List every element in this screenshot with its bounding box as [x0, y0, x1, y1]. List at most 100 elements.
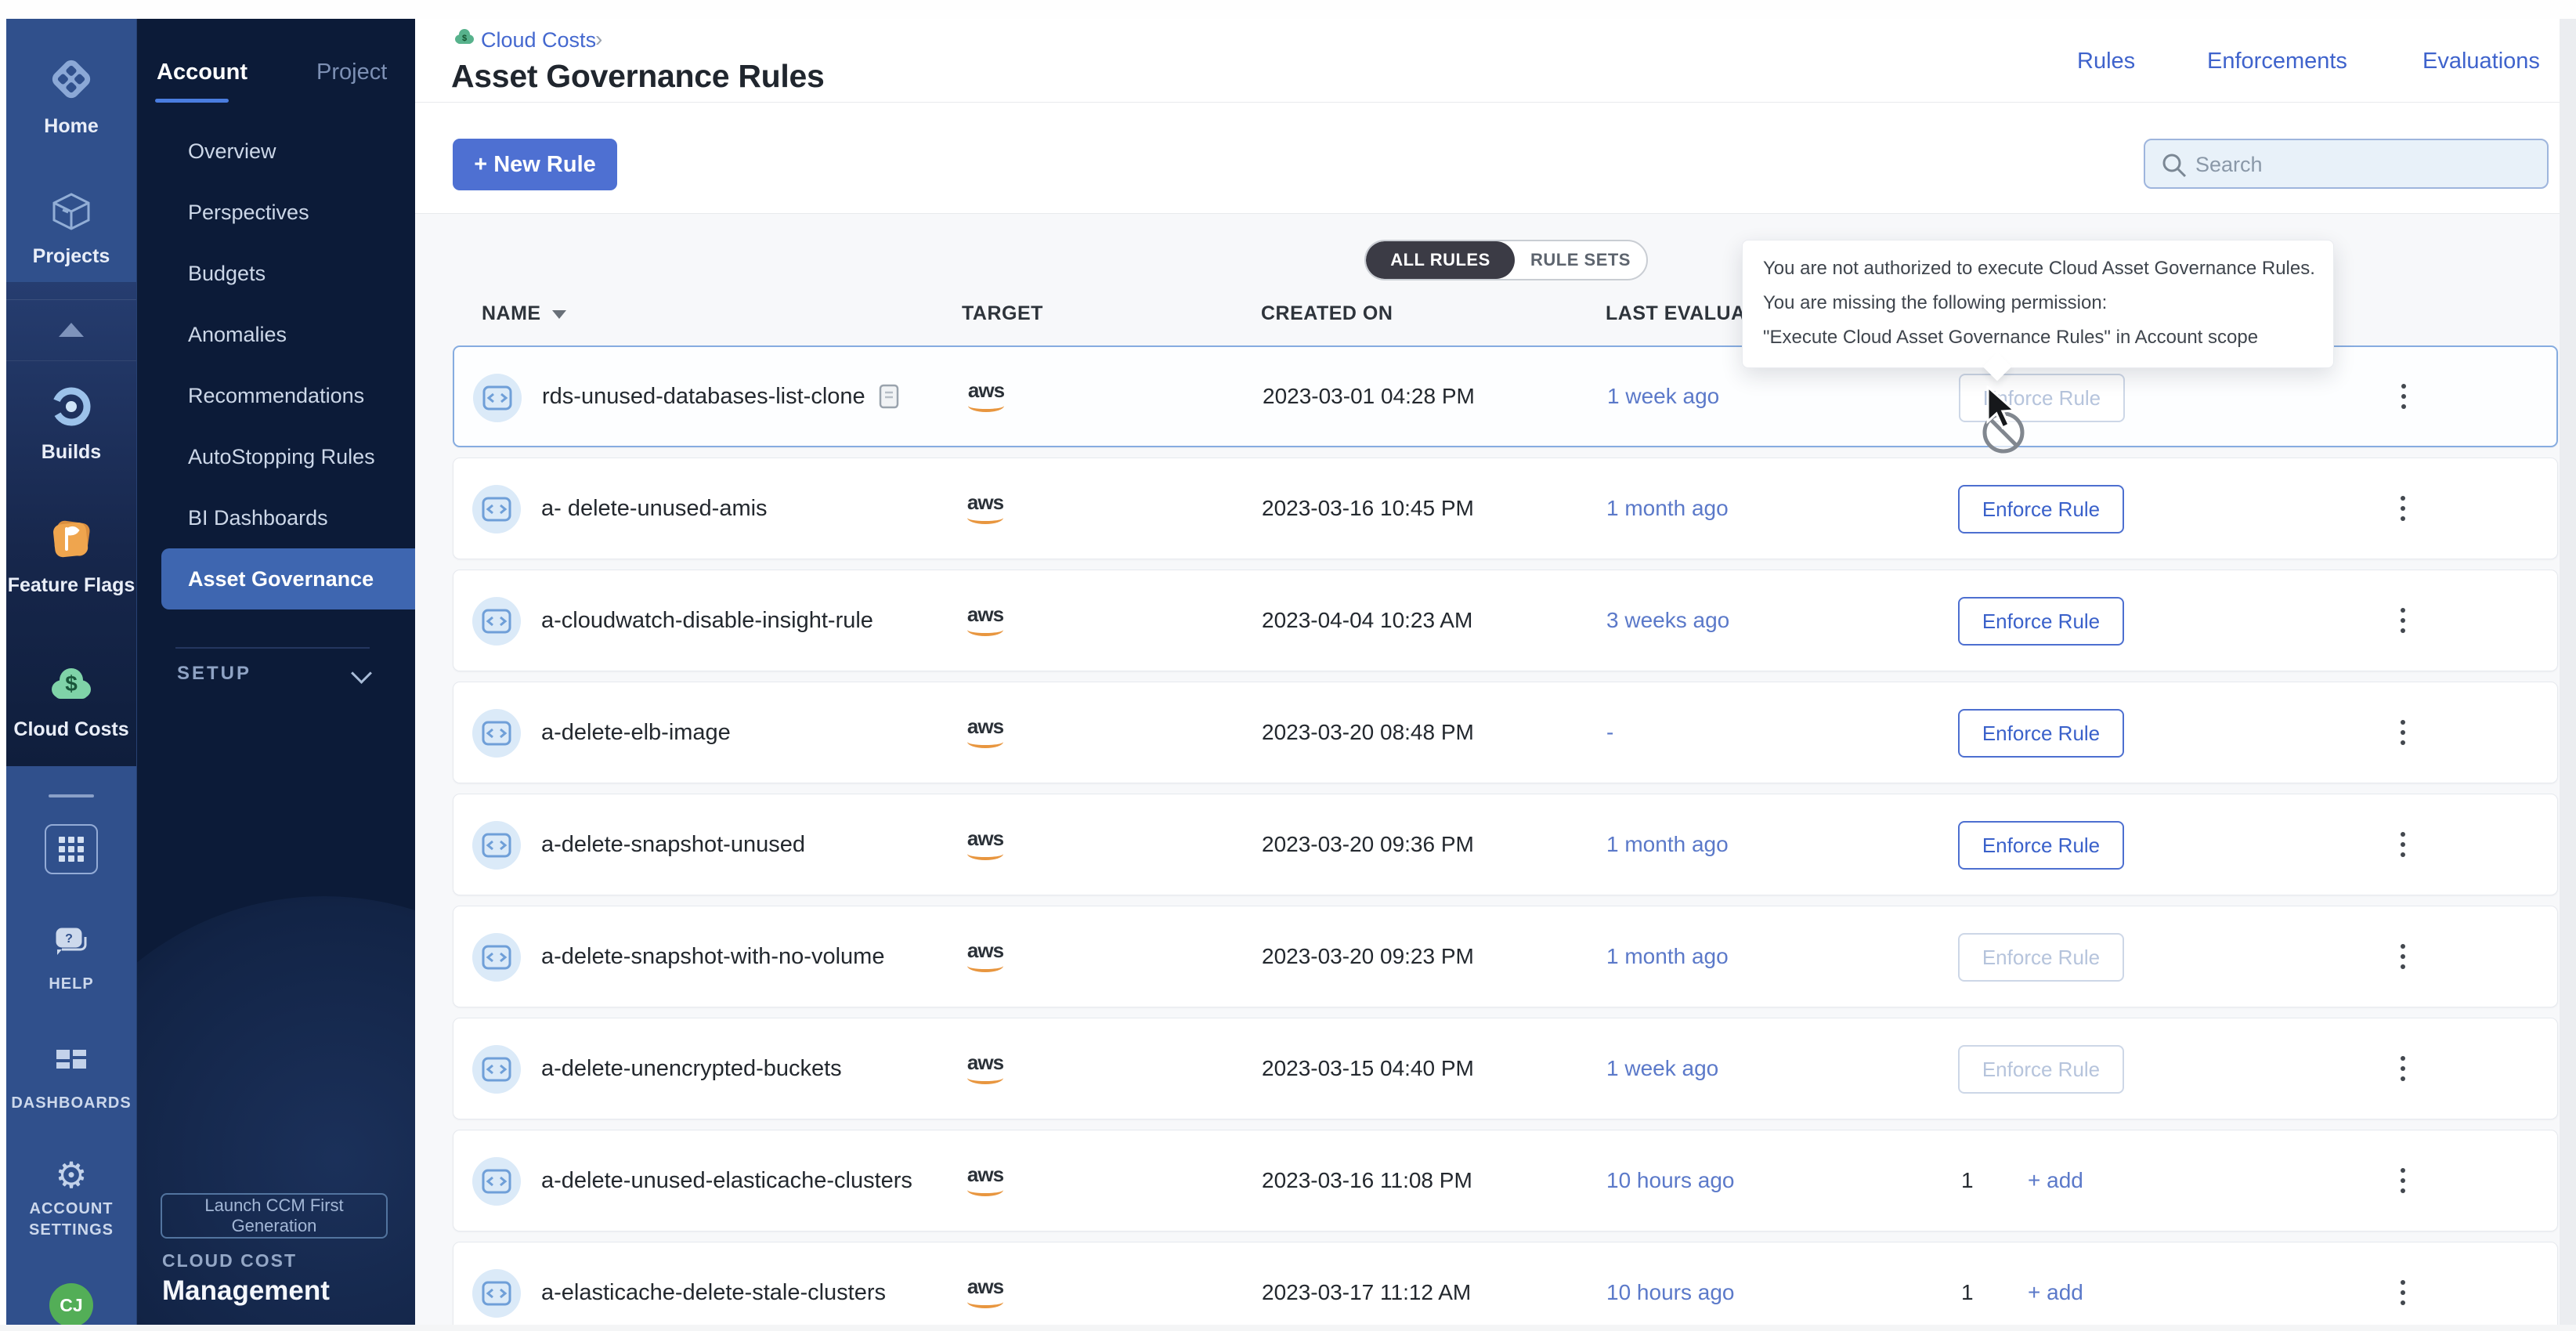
rule-name[interactable]: a- delete-unused-amis	[541, 496, 768, 522]
rule-icon	[472, 597, 521, 646]
mouse-cursor-not-allowed	[1977, 385, 2047, 468]
rule-name[interactable]: a-delete-snapshot-with-no-volume	[541, 944, 884, 970]
table-row[interactable]: a-delete-unused-elasticache-clusters aws…	[453, 1130, 2558, 1232]
user-avatar[interactable]: CJ	[49, 1283, 93, 1327]
chevron-down-icon[interactable]	[351, 663, 372, 684]
enforce-rule-button[interactable]: Enforce Rule	[1958, 597, 2124, 646]
add-enforcement-link[interactable]: + add	[2028, 1130, 2083, 1231]
rail-divider	[6, 360, 136, 361]
row-menu-kebab-icon[interactable]	[2391, 906, 2415, 1007]
toggle-rule-sets[interactable]: RULE SETS	[1515, 241, 1646, 279]
rule-icon	[473, 374, 522, 422]
rule-name[interactable]: a-delete-unused-elasticache-clusters	[541, 1168, 912, 1194]
enforcement-count: 1	[1961, 1242, 1974, 1331]
row-menu-kebab-icon[interactable]	[2391, 1242, 2415, 1331]
rules-view-toggle: ALL RULES RULE SETS	[1364, 240, 1648, 280]
aws-logo-text: aws	[967, 1277, 1003, 1296]
add-enforcement-link[interactable]: + add	[2028, 1242, 2083, 1331]
aws-smile-arc	[967, 736, 1003, 748]
table-row[interactable]: a-elasticache-delete-stale-clusters aws …	[453, 1242, 2558, 1331]
nav-item-autostopping-rules[interactable]: AutoStopping Rules	[136, 426, 415, 487]
flag-icon	[48, 515, 95, 566]
row-menu-kebab-icon[interactable]	[2391, 1130, 2415, 1231]
sidebar-item-label: DASHBOARDS	[6, 1093, 136, 1114]
collapse-rail-icon[interactable]	[59, 323, 84, 337]
nav-item-overview[interactable]: Overview	[136, 121, 415, 182]
created-on-value: 2023-03-01 04:28 PM	[1263, 347, 1475, 446]
rule-name[interactable]: a-delete-elb-image	[541, 720, 731, 746]
last-evaluation-link[interactable]: 3 weeks ago	[1606, 570, 1729, 671]
tab-account[interactable]: Account	[157, 60, 247, 85]
aws-target-logo: aws	[958, 906, 1013, 1007]
sidebar-item-label: Cloud Costs	[6, 718, 136, 741]
last-evaluation-link[interactable]: 1 month ago	[1606, 458, 1729, 559]
sidebar-item-dashboards[interactable]: DASHBOARDS	[6, 1047, 136, 1114]
created-on-value: 2023-03-20 08:48 PM	[1262, 682, 1474, 783]
row-menu-kebab-icon[interactable]	[2391, 682, 2415, 783]
nav-item-anomalies[interactable]: Anomalies	[136, 304, 415, 365]
table-row[interactable]: a-cloudwatch-disable-insight-rule aws 20…	[453, 570, 2558, 671]
sidebar-item-label: HELP	[6, 974, 136, 995]
module-nav-panel: Account Project OverviewPerspectivesBudg…	[136, 19, 415, 1325]
last-evaluation-link[interactable]: 1 week ago	[1607, 347, 1719, 446]
tab-project[interactable]: Project	[316, 60, 387, 85]
row-menu-kebab-icon[interactable]	[2391, 794, 2415, 895]
row-menu-kebab-icon[interactable]	[2392, 347, 2415, 446]
enforce-rule-button[interactable]: Enforce Rule	[1958, 933, 2124, 982]
sidebar-item-account-settings[interactable]: ⚙ ACCOUNT SETTINGS	[6, 1156, 136, 1241]
last-evaluation-link[interactable]: -	[1606, 682, 1613, 783]
rule-name[interactable]: rds-unused-databases-list-clone	[542, 384, 865, 410]
last-evaluation-link[interactable]: 1 month ago	[1606, 906, 1729, 1007]
active-tab-underline	[155, 99, 229, 103]
sidebar-item-feature-flags[interactable]: Feature Flags	[6, 515, 136, 597]
nav-item-budgets[interactable]: Budgets	[136, 243, 415, 304]
sidebar-item-projects[interactable]: Projects	[6, 190, 136, 268]
table-row[interactable]: a-delete-snapshot-with-no-volume aws 202…	[453, 906, 2558, 1007]
toggle-all-rules[interactable]: ALL RULES	[1366, 241, 1515, 279]
aws-target-logo: aws	[958, 1242, 1013, 1331]
nav-item-perspectives[interactable]: Perspectives	[136, 182, 415, 243]
nav-item-asset-governance[interactable]: Asset Governance	[161, 548, 415, 609]
last-evaluation-link[interactable]: 10 hours ago	[1606, 1130, 1734, 1231]
aws-smile-arc	[967, 1296, 1003, 1308]
setup-section-label[interactable]: SETUP	[177, 663, 251, 685]
last-evaluation-link[interactable]: 1 week ago	[1606, 1018, 1718, 1119]
row-menu-kebab-icon[interactable]	[2391, 458, 2415, 559]
cloud-dollar-icon: $	[45, 661, 97, 711]
enforce-rule-button[interactable]: Enforce Rule	[1958, 485, 2124, 533]
table-row[interactable]: a- delete-unused-amis aws 2023-03-16 10:…	[453, 458, 2558, 559]
sidebar-item-help[interactable]: ? HELP	[6, 926, 136, 995]
svg-text:$: $	[65, 671, 78, 696]
last-evaluation-link[interactable]: 1 month ago	[1606, 794, 1729, 895]
aws-logo-text: aws	[967, 493, 1003, 512]
sidebar-item-builds[interactable]: Builds	[6, 384, 136, 464]
enforce-rule-button[interactable]: Enforce Rule	[1958, 1045, 2124, 1094]
nav-item-recommendations[interactable]: Recommendations	[136, 365, 415, 426]
created-on-value: 2023-03-20 09:36 PM	[1262, 794, 1474, 895]
launch-ccm-first-gen-button[interactable]: Launch CCM First Generation	[161, 1193, 388, 1239]
row-menu-kebab-icon[interactable]	[2391, 570, 2415, 671]
scrollbar[interactable]	[2560, 19, 2576, 1331]
rule-name[interactable]: a-cloudwatch-disable-insight-rule	[541, 608, 873, 634]
table-row[interactable]: a-delete-elb-image aws 2023-03-20 08:48 …	[453, 682, 2558, 783]
aws-logo-text: aws	[967, 605, 1003, 624]
dashboard-tiles-icon	[52, 1047, 91, 1085]
gear-icon: ⚙	[55, 1156, 87, 1194]
nav-item-bi-dashboards[interactable]: BI Dashboards	[136, 487, 415, 548]
last-evaluation-link[interactable]: 10 hours ago	[1606, 1242, 1734, 1331]
rule-name[interactable]: a-delete-unencrypted-buckets	[541, 1056, 842, 1082]
sidebar-item-home[interactable]: Home	[6, 55, 136, 138]
aws-logo-text: aws	[967, 1053, 1003, 1072]
enforce-rule-button[interactable]: Enforce Rule	[1958, 709, 2124, 758]
row-menu-kebab-icon[interactable]	[2391, 1018, 2415, 1119]
table-row[interactable]: a-delete-unencrypted-buckets aws 2023-03…	[453, 1018, 2558, 1119]
rule-name[interactable]: a-elasticache-delete-stale-clusters	[541, 1280, 886, 1306]
module-selector-grid-icon[interactable]	[45, 824, 98, 874]
created-on-value: 2023-03-16 11:08 PM	[1262, 1130, 1472, 1231]
table-row[interactable]: a-delete-snapshot-unused aws 2023-03-20 …	[453, 794, 2558, 895]
copy-icon[interactable]	[878, 383, 900, 410]
enforce-rule-button[interactable]: Enforce Rule	[1958, 821, 2124, 870]
sidebar-item-cloud-costs[interactable]: $ Cloud Costs	[6, 661, 136, 741]
created-on-value: 2023-03-20 09:23 PM	[1262, 906, 1474, 1007]
rule-name[interactable]: a-delete-snapshot-unused	[541, 832, 805, 858]
